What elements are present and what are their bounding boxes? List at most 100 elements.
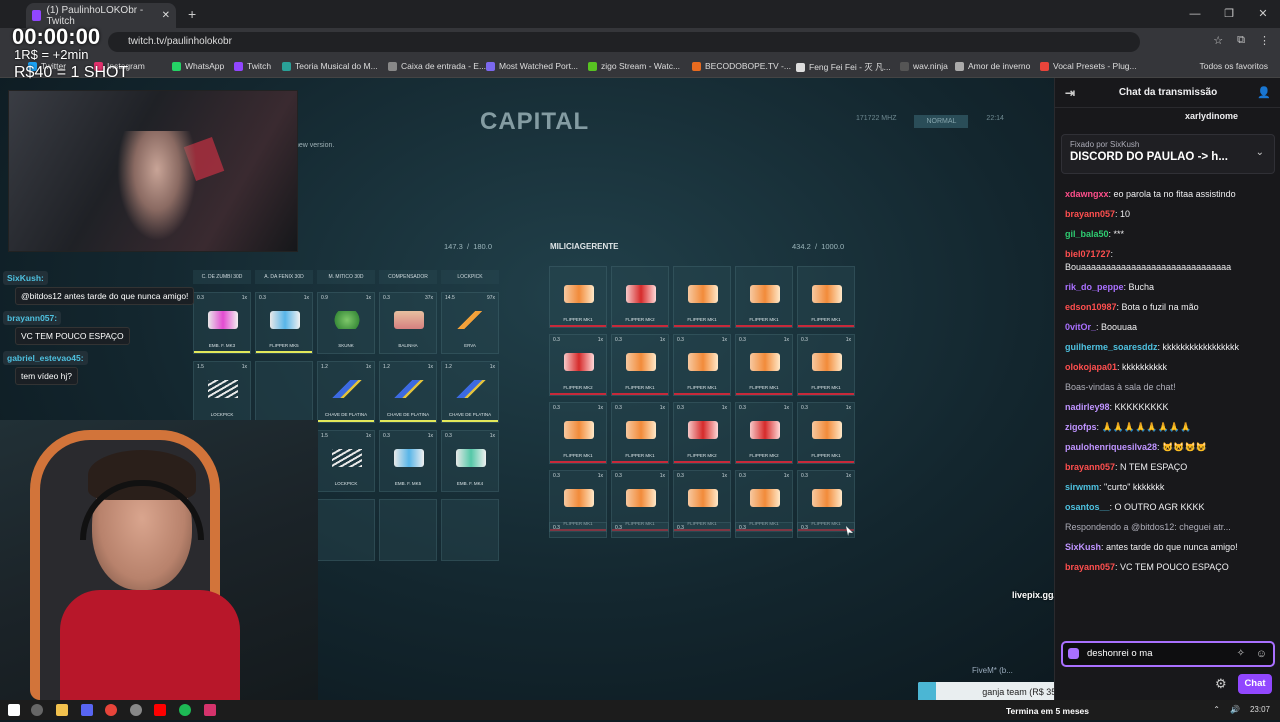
chat-username[interactable]: brayann057 [1065,462,1115,472]
chat-username[interactable]: sirwmm [1065,482,1099,492]
file-explorer-icon[interactable] [56,704,68,716]
inventory-slot[interactable]: FLIPPER MK1 [735,266,793,328]
chat-message[interactable]: xdawngxx: eo parola ta no fitaa assistin… [1065,188,1275,201]
inventory-slot[interactable]: 0.3 [549,522,607,538]
spotify-icon[interactable] [179,704,191,716]
bookmark-item[interactable]: Caixa de entrada - E... [388,61,486,71]
users-icon[interactable]: 👤 [1257,78,1271,108]
windows-start-icon[interactable] [8,704,20,716]
app-icon[interactable] [204,704,216,716]
inventory-slot[interactable]: 1.2 1x CHAVE DE PLATINA [317,361,375,423]
clock[interactable]: 23:07 [1250,700,1270,720]
chat-send-button[interactable]: Chat [1238,674,1272,694]
youtube-icon[interactable] [154,704,166,716]
maximize-button[interactable]: ❐ [1212,0,1246,28]
chat-message[interactable]: edson10987: Bota o fuzil na mão [1065,301,1275,314]
minimize-button[interactable]: — [1178,0,1212,28]
chat-message[interactable]: brayann057: VC TEM POUCO ESPAÇO [1065,561,1275,574]
inventory-slot[interactable]: 0.3 37x BALINHA [379,292,437,354]
extensions-icon[interactable]: ⧉ [1237,34,1245,47]
url-field[interactable]: twitch.tv/paulinholokobr [108,32,1140,52]
chat-username[interactable]: biel071727 [1065,249,1111,259]
chat-message[interactable]: Boas-vindas à sala de chat! [1065,381,1275,394]
bookmark-item[interactable]: BECODOBOPE.TV -... [692,61,791,71]
inventory-slot[interactable]: 1.51xLOCKPICK [317,430,375,492]
chat-username[interactable]: rik_do_peppe [1065,282,1124,292]
chat-username[interactable]: brayann057 [1065,209,1115,219]
inventory-slot[interactable]: 1.2 1x CHAVE DE PLATINA [441,361,499,423]
taskbar-news[interactable]: Termina em 5 meses [1006,700,1089,722]
chat-message[interactable]: paulohenriquesilva28: 😺😺😺😺 [1065,441,1275,454]
inventory-slot[interactable]: 0.3 1x FLIPPER MK1 [611,402,669,464]
inventory-slot[interactable]: FLIPPER MK1 [797,266,855,328]
chat-message[interactable]: SixKush: antes tarde do que nunca amigo! [1065,541,1275,554]
menu-icon[interactable]: ⋮ [1259,34,1270,47]
chat-message[interactable]: guilherme_soaresddz: kkkkkkkkkkkkkkkkk [1065,341,1275,354]
chat-message[interactable]: sirwmm: "curto" kkkkkkk [1065,481,1275,494]
inventory-slot[interactable]: 0.3 [797,522,855,538]
inventory-slot[interactable]: 0.3 1x FLIPPER MK1 [611,334,669,396]
chat-username[interactable]: osantos__ [1065,502,1110,512]
search-icon[interactable] [31,704,43,716]
chat-username[interactable]: 0vitOr_ [1065,322,1096,332]
obs-icon[interactable] [130,704,142,716]
chat-message[interactable]: olokojapa01: kkkkkkkkkk [1065,361,1275,374]
inventory-slot[interactable]: 1.2 1x CHAVE DE PLATINA [379,361,437,423]
bookmark-item[interactable]: Feng Fei Fei - 灭 凡... [796,61,891,73]
inventory-slot[interactable]: 0.3 1x EMB. F. MK4 [441,430,499,492]
emote-picker-icon[interactable]: ☺ [1256,643,1267,665]
chat-message[interactable]: brayann057: N TEM ESPAÇO [1065,461,1275,474]
chat-username[interactable]: SixKush [1065,542,1101,552]
chrome-icon[interactable] [105,704,117,716]
chat-message[interactable]: Respondendo a @bitdos12: cheguei atr... [1065,521,1275,534]
bookmark-item[interactable]: zigo Stream - Watc... [588,61,680,71]
close-tab-icon[interactable]: ✕ [162,10,170,21]
inventory-slot[interactable]: FLIPPER MK2 [611,266,669,328]
close-window-button[interactable]: ✕ [1246,0,1280,28]
inventory-slot[interactable]: FLIPPER MK1 [673,266,731,328]
collapse-chat-icon[interactable]: ⇥ [1065,78,1075,108]
chat-message[interactable]: gil_bala50: *** [1065,228,1275,241]
inventory-slot[interactable]: 0.3 1x EMB. F. MK3 [193,292,251,354]
inventory-slot[interactable]: 0.3 1x EMB. F. MK5 [379,430,437,492]
chat-username[interactable]: olokojapa01 [1065,362,1117,372]
inventory-slot[interactable]: 0.3 1x FLIPPER MK2 [673,402,731,464]
bookmark-item[interactable]: Twitch [234,61,271,71]
chat-username[interactable]: zigofps [1065,422,1097,432]
inventory-slot[interactable]: 0.3 1x FLIPPER MK2 [735,402,793,464]
inventory-slot[interactable]: FLIPPER MK1 [549,266,607,328]
inventory-slot[interactable] [255,361,313,423]
bookmark-star-icon[interactable]: ☆ [1213,34,1223,47]
bookmark-item[interactable]: Amor de inverno [955,61,1030,71]
hotbar-slot[interactable]: COMPENSADOR [379,270,437,284]
chat-username[interactable]: xdawngxx [1065,189,1109,199]
chat-username[interactable]: edson10987 [1065,302,1117,312]
chat-message[interactable]: 0vitOr_: Boouuaa [1065,321,1275,334]
hotbar-slot[interactable]: C. DE ZUMBI 30D [193,270,251,284]
chat-message[interactable]: brayann057: 10 [1065,208,1275,221]
inventory-slot[interactable] [441,499,499,561]
hotbar-slot[interactable]: A. DA FENIX 30D [255,270,313,284]
all-bookmarks[interactable]: Todos os favoritos [1199,61,1268,71]
bookmark-item[interactable]: WhatsApp [172,61,224,71]
inventory-slot[interactable]: 14.5 97x ERVA [441,292,499,354]
inventory-slot[interactable]: 0.3 [673,522,731,538]
inventory-slot[interactable]: 0.3 1x FLIPPER MK1 [797,334,855,396]
chat-message[interactable]: biel071727: Bouaaaaaaaaaaaaaaaaaaaaaaaaa… [1065,248,1275,274]
chat-message[interactable]: osantos__: O OUTRO AGR KKKK [1065,501,1275,514]
inventory-slot[interactable] [379,499,437,561]
inventory-slot[interactable]: 0.3 1x FLIPPER MK2 [549,334,607,396]
bookmark-item[interactable]: wav.ninja [900,61,948,71]
inventory-slot[interactable]: 0.3 1x FLIPPER MK1 [549,402,607,464]
inventory-slot[interactable]: 1.51xLOCKPICK [193,361,251,423]
chat-input[interactable]: deshonrei o ma ✧ ☺ [1061,641,1275,667]
chat-message[interactable]: zigofps: 🙏🙏🙏🙏🙏🙏🙏🙏 [1065,421,1275,434]
pinned-message[interactable]: Fixado por SixKush DISCORD DO PAULÃO -> … [1061,134,1275,174]
chat-username[interactable]: guilherme_soaresddz [1065,342,1158,352]
tray-chevron-icon[interactable]: ⌃ [1213,700,1220,720]
discord-icon[interactable] [81,704,93,716]
inventory-slot[interactable]: 0.3 1x FLIPPER MK1 [797,402,855,464]
bookmark-item[interactable]: Teoria Musical do M... [282,61,378,71]
chat-message[interactable]: nadirley98: KKKKKKKKK [1065,401,1275,414]
inventory-slot[interactable]: 0.3 [611,522,669,538]
